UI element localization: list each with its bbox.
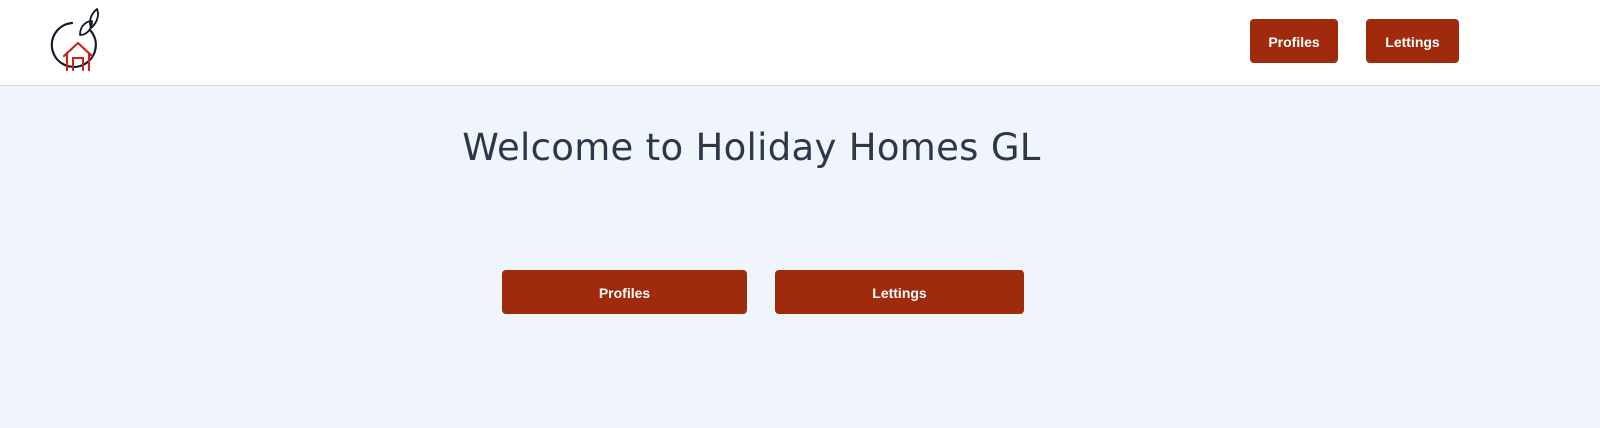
home-logo-icon[interactable] <box>50 6 108 76</box>
main-content: Welcome to Holiday Homes GL Profiles Let… <box>0 86 1600 428</box>
orange-house-logo-icon <box>50 8 99 72</box>
nav-lettings-button[interactable]: Lettings <box>1366 19 1459 63</box>
lettings-button[interactable]: Lettings <box>775 270 1024 314</box>
profiles-button[interactable]: Profiles <box>502 270 747 314</box>
nav-profiles-button[interactable]: Profiles <box>1250 19 1338 63</box>
page-title: Welcome to Holiday Homes GL <box>462 126 1041 169</box>
site-header: Profiles Lettings <box>0 0 1600 86</box>
